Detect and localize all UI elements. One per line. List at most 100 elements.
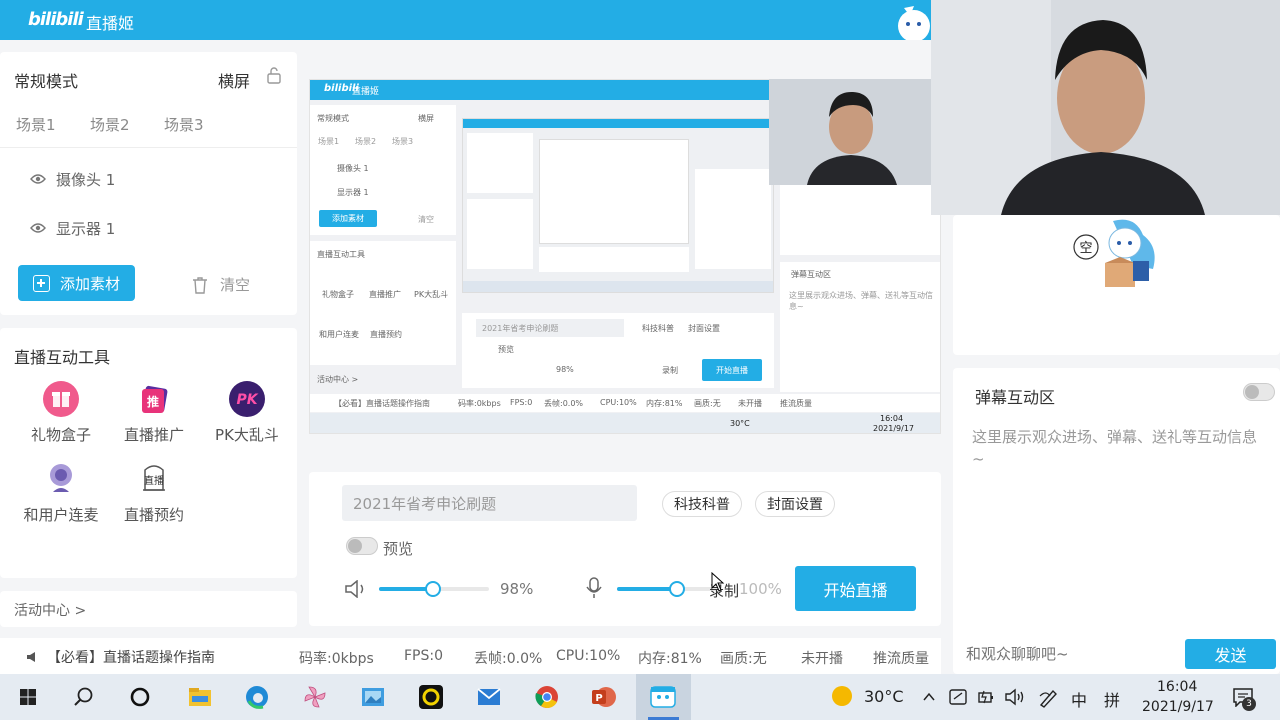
chrome-icon[interactable]: [533, 683, 561, 711]
trash-icon: [193, 276, 207, 294]
preview-bitrate: 码率:0kbps: [458, 399, 501, 408]
preview-drop: 丢帧:0.0%: [544, 399, 584, 408]
tab-scene-3[interactable]: 场景3: [164, 114, 204, 135]
mouse-cursor-icon: [711, 572, 725, 592]
send-button[interactable]: 发送: [1185, 639, 1276, 669]
tool-mic-link[interactable]: 和用户连麦: [16, 460, 106, 525]
volume-tray-icon[interactable]: [1004, 687, 1026, 707]
reservation-icon-text: 直播: [144, 474, 164, 487]
topic-guide-link[interactable]: 【必看】直播话题操作指南: [26, 647, 215, 667]
preview-mode: 常规模式: [317, 114, 349, 123]
ime-chinese-indicator[interactable]: 中: [1071, 687, 1087, 711]
preview-danmaku-panel: 弹幕互动区 这里展示观众进场、弹幕、送礼等互动信息~ 发送: [780, 262, 940, 409]
preview-danmaku-title: 弹幕互动区: [791, 270, 831, 279]
pk-battle-icon: PK: [229, 381, 265, 417]
edge-browser-icon[interactable]: [243, 683, 271, 711]
tool-promotion[interactable]: 推 直播推广: [109, 380, 199, 445]
mascot-illustration-icon: 空: [1073, 219, 1155, 287]
mic-link-icon: [50, 464, 72, 492]
preview-orientation: 横屏: [418, 114, 434, 123]
preview-toggle[interactable]: [346, 537, 378, 555]
temperature: 30°C: [864, 686, 904, 706]
battery-icon[interactable]: [976, 687, 996, 707]
file-explorer-icon[interactable]: [186, 683, 214, 711]
category-button[interactable]: 科技科普: [662, 491, 742, 517]
start-stream-button[interactable]: 开始直播: [795, 566, 916, 611]
windows-start-icon[interactable]: [14, 683, 42, 711]
push-quality-link[interactable]: 推流质量: [873, 648, 929, 668]
orientation-toggle[interactable]: 横屏: [218, 68, 250, 92]
ime-pinyin-indicator[interactable]: 拼: [1104, 687, 1120, 711]
photos-app-icon[interactable]: [359, 683, 387, 711]
danmaku-toggle[interactable]: [1243, 383, 1275, 401]
preview-date: 2021/9/17: [873, 424, 915, 433]
source-item-camera[interactable]: 摄像头 1: [30, 167, 115, 191]
mail-icon[interactable]: [475, 683, 503, 711]
announcement-icon: [27, 652, 35, 662]
microphone-fill: [617, 587, 677, 591]
clear-button[interactable]: 清空: [192, 274, 250, 295]
eye-icon[interactable]: [30, 173, 46, 185]
stream-title-input[interactable]: [342, 485, 637, 521]
cortana-icon[interactable]: [126, 683, 154, 711]
tool-gift-box[interactable]: 礼物盒子: [16, 380, 106, 445]
network-status-icon[interactable]: [948, 687, 968, 707]
tools-title: 直播互动工具: [14, 348, 111, 367]
unlock-icon[interactable]: [265, 66, 283, 84]
nested-control: [539, 247, 689, 272]
add-source-button[interactable]: 添加素材: [18, 265, 135, 301]
activity-center-link[interactable]: 活动中心 >: [14, 600, 86, 620]
pinwheel-app-icon[interactable]: [301, 683, 329, 711]
preview-tool-5: 直播预约: [370, 330, 402, 339]
volume-slider[interactable]: [379, 581, 489, 597]
tool-reservation[interactable]: 直播 直播预约: [109, 460, 199, 525]
eye-icon[interactable]: [30, 222, 46, 234]
preview-push-quality: 推流质量: [780, 399, 812, 408]
clock-date[interactable]: 2021/9/17: [1142, 699, 1214, 715]
camera-overlay-small: [769, 79, 931, 185]
frame-drop-stat: 丢帧:0.0%: [474, 651, 543, 667]
preview-tools-title: 直播互动工具: [317, 250, 365, 259]
source-item-display[interactable]: 显示器 1: [30, 216, 115, 240]
preview-temp: 30°C: [730, 419, 750, 428]
nested-preview: [462, 118, 774, 293]
preview-state: 未开播: [738, 399, 762, 408]
microphone-knob[interactable]: [669, 581, 685, 597]
svg-text:P: P: [595, 693, 602, 704]
powerpoint-icon[interactable]: P: [590, 683, 618, 711]
tab-scene-2[interactable]: 场景2: [90, 114, 130, 135]
app-title: 直播姬: [86, 14, 135, 33]
search-icon[interactable]: [70, 683, 98, 711]
nested-taskbar: [463, 281, 773, 292]
preview-time: 16:04: [880, 414, 904, 423]
preview-tool-2: 直播推广: [369, 290, 401, 299]
chat-input[interactable]: [966, 642, 1176, 666]
weather-widget[interactable]: 30°C: [832, 686, 904, 706]
promotion-icon: 推: [142, 385, 168, 413]
tab-scene-1[interactable]: 场景1: [16, 114, 56, 135]
activity-center[interactable]: 活动中心 >: [0, 591, 297, 627]
chevron-up-icon[interactable]: [922, 690, 936, 704]
preview-tab-3: 场景3: [392, 137, 414, 146]
nested-inner-preview: [539, 139, 689, 244]
volume-knob[interactable]: [424, 581, 441, 597]
pen-ink-icon[interactable]: [1038, 686, 1060, 708]
preview-volume: 98%: [556, 365, 574, 374]
mascot-peek-icon: [898, 6, 930, 40]
microphone-slider[interactable]: [617, 581, 717, 597]
tool-pk-battle[interactable]: PK PK大乱斗: [202, 380, 292, 445]
fps-stat: FPS:0: [404, 648, 444, 664]
clock-time[interactable]: 16:04: [1157, 679, 1197, 695]
microphone-icon[interactable]: [585, 577, 603, 599]
preview-fps: FPS:0: [510, 398, 533, 407]
tool-label: 礼物盒子: [30, 426, 91, 444]
person-video-large: [931, 0, 1280, 215]
bilibili-live-app-icon[interactable]: [649, 683, 677, 711]
ring-app-icon[interactable]: [417, 683, 445, 711]
volume-percent: 98%: [500, 580, 534, 598]
speaker-icon[interactable]: [344, 580, 368, 598]
stream-control-panel: 科技科普 封面设置 预览 98% 100% 录制 开始直播: [309, 472, 941, 626]
person-video-small: [769, 79, 931, 185]
cover-settings-button[interactable]: 封面设置: [755, 491, 835, 517]
preview-quality: 画质:无: [694, 399, 721, 408]
